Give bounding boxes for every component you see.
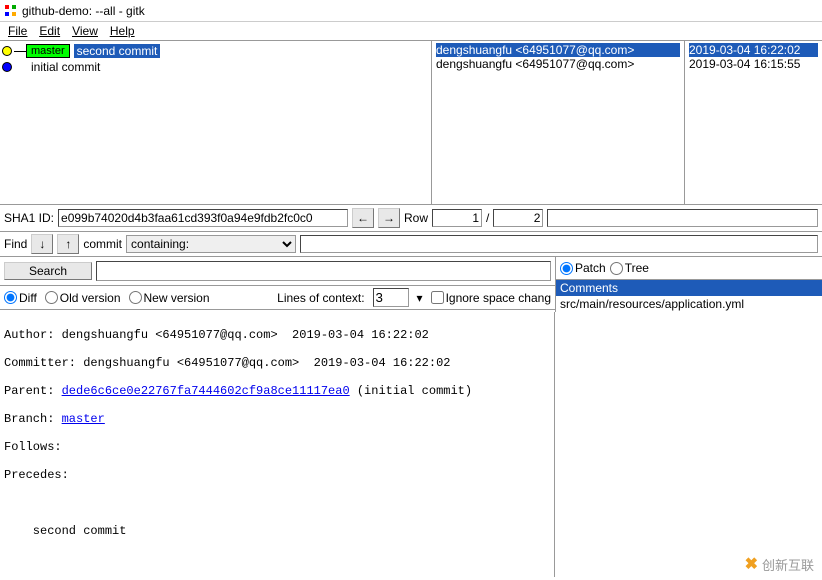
find-mode[interactable]: commit xyxy=(83,237,122,251)
old-version-radio[interactable]: Old version xyxy=(45,291,121,305)
watermark-icon: ✖ xyxy=(745,554,758,574)
sha-label: SHA1 ID: xyxy=(4,211,54,225)
patch-radio[interactable]: Patch xyxy=(560,261,606,275)
row-current-input[interactable] xyxy=(432,209,482,227)
diff-parent-line: Parent: dede6c6ce0e22767fa7444602cf9a8ce… xyxy=(4,384,550,398)
tree-radio[interactable]: Tree xyxy=(610,261,649,275)
file-list-header: Comments xyxy=(556,280,822,296)
diff-pane[interactable]: Author: dengshuangfu <64951077@qq.com> 2… xyxy=(0,312,555,577)
ignore-space-checkbox[interactable]: Ignore space chang xyxy=(431,291,551,305)
diff-precedes: Precedes: xyxy=(4,468,550,482)
app-icon xyxy=(4,4,18,18)
commit-date: 2019-03-04 16:22:02 xyxy=(689,43,818,57)
find-criteria-select[interactable]: containing: xyxy=(126,235,296,253)
commit-node-icon xyxy=(2,46,12,56)
commit-author: dengshuangfu <64951077@qq.com> xyxy=(436,43,680,57)
parent-sha-link[interactable]: dede6c6ce0e22767fa7444602cf9a8ce11117ea0 xyxy=(62,384,350,398)
find-next-button[interactable]: ↓ xyxy=(31,234,53,254)
window-title: github-demo: --all - gitk xyxy=(22,4,145,18)
author-pane[interactable]: dengshuangfu <64951077@qq.com> dengshuan… xyxy=(432,41,685,204)
commit-author: dengshuangfu <64951077@qq.com> xyxy=(436,57,680,71)
forward-button[interactable]: → xyxy=(378,208,400,228)
goto-input[interactable] xyxy=(547,209,818,227)
menu-view[interactable]: View xyxy=(72,24,98,38)
lines-context-label: Lines of context: xyxy=(277,291,364,305)
commit-message: second commit xyxy=(74,44,161,58)
diff-commit-message: second commit xyxy=(4,524,550,538)
menu-help[interactable]: Help xyxy=(110,24,135,38)
find-prev-button[interactable]: ↑ xyxy=(57,234,79,254)
commit-node-icon xyxy=(2,62,12,72)
commit-row[interactable]: initial commit xyxy=(2,59,429,75)
date-pane[interactable]: 2019-03-04 16:22:02 2019-03-04 16:15:55 xyxy=(685,41,822,204)
search-button[interactable]: Search xyxy=(4,262,92,280)
diff-follows: Follows: xyxy=(4,440,550,454)
sha-input[interactable] xyxy=(58,209,348,227)
find-input[interactable] xyxy=(300,235,818,253)
diff-radio[interactable]: Diff xyxy=(4,291,37,305)
lines-context-spinner[interactable] xyxy=(373,288,409,307)
menu-file[interactable]: File xyxy=(8,24,27,38)
search-input[interactable] xyxy=(96,261,551,281)
back-button[interactable]: ← xyxy=(352,208,374,228)
diff-author-line: Author: dengshuangfu <64951077@qq.com> 2… xyxy=(4,328,550,342)
row-total-input[interactable] xyxy=(493,209,543,227)
branch-tag[interactable]: master xyxy=(26,44,70,58)
file-list-item[interactable]: src/main/resources/application.yml xyxy=(556,296,822,312)
row-separator: / xyxy=(486,211,489,225)
diff-branch-line: Branch: master xyxy=(4,412,550,426)
find-label: Find xyxy=(4,237,27,251)
menu-edit[interactable]: Edit xyxy=(39,24,60,38)
commit-row[interactable]: master second commit xyxy=(2,43,429,59)
commit-date: 2019-03-04 16:15:55 xyxy=(689,57,818,71)
diff-committer-line: Committer: dengshuangfu <64951077@qq.com… xyxy=(4,356,550,370)
graph-line-icon xyxy=(14,51,26,52)
row-label: Row xyxy=(404,211,428,225)
menubar: File Edit View Help xyxy=(0,22,822,40)
branch-link[interactable]: master xyxy=(62,412,105,426)
new-version-radio[interactable]: New version xyxy=(129,291,210,305)
commit-message: initial commit xyxy=(28,60,103,74)
file-list-pane[interactable]: Comments src/main/resources/application.… xyxy=(556,280,822,312)
watermark: ✖ 创新互联 xyxy=(745,554,814,574)
spinner-arrows-icon[interactable]: ▾ xyxy=(417,291,423,305)
commit-graph-pane[interactable]: master second commit initial commit xyxy=(0,41,432,204)
